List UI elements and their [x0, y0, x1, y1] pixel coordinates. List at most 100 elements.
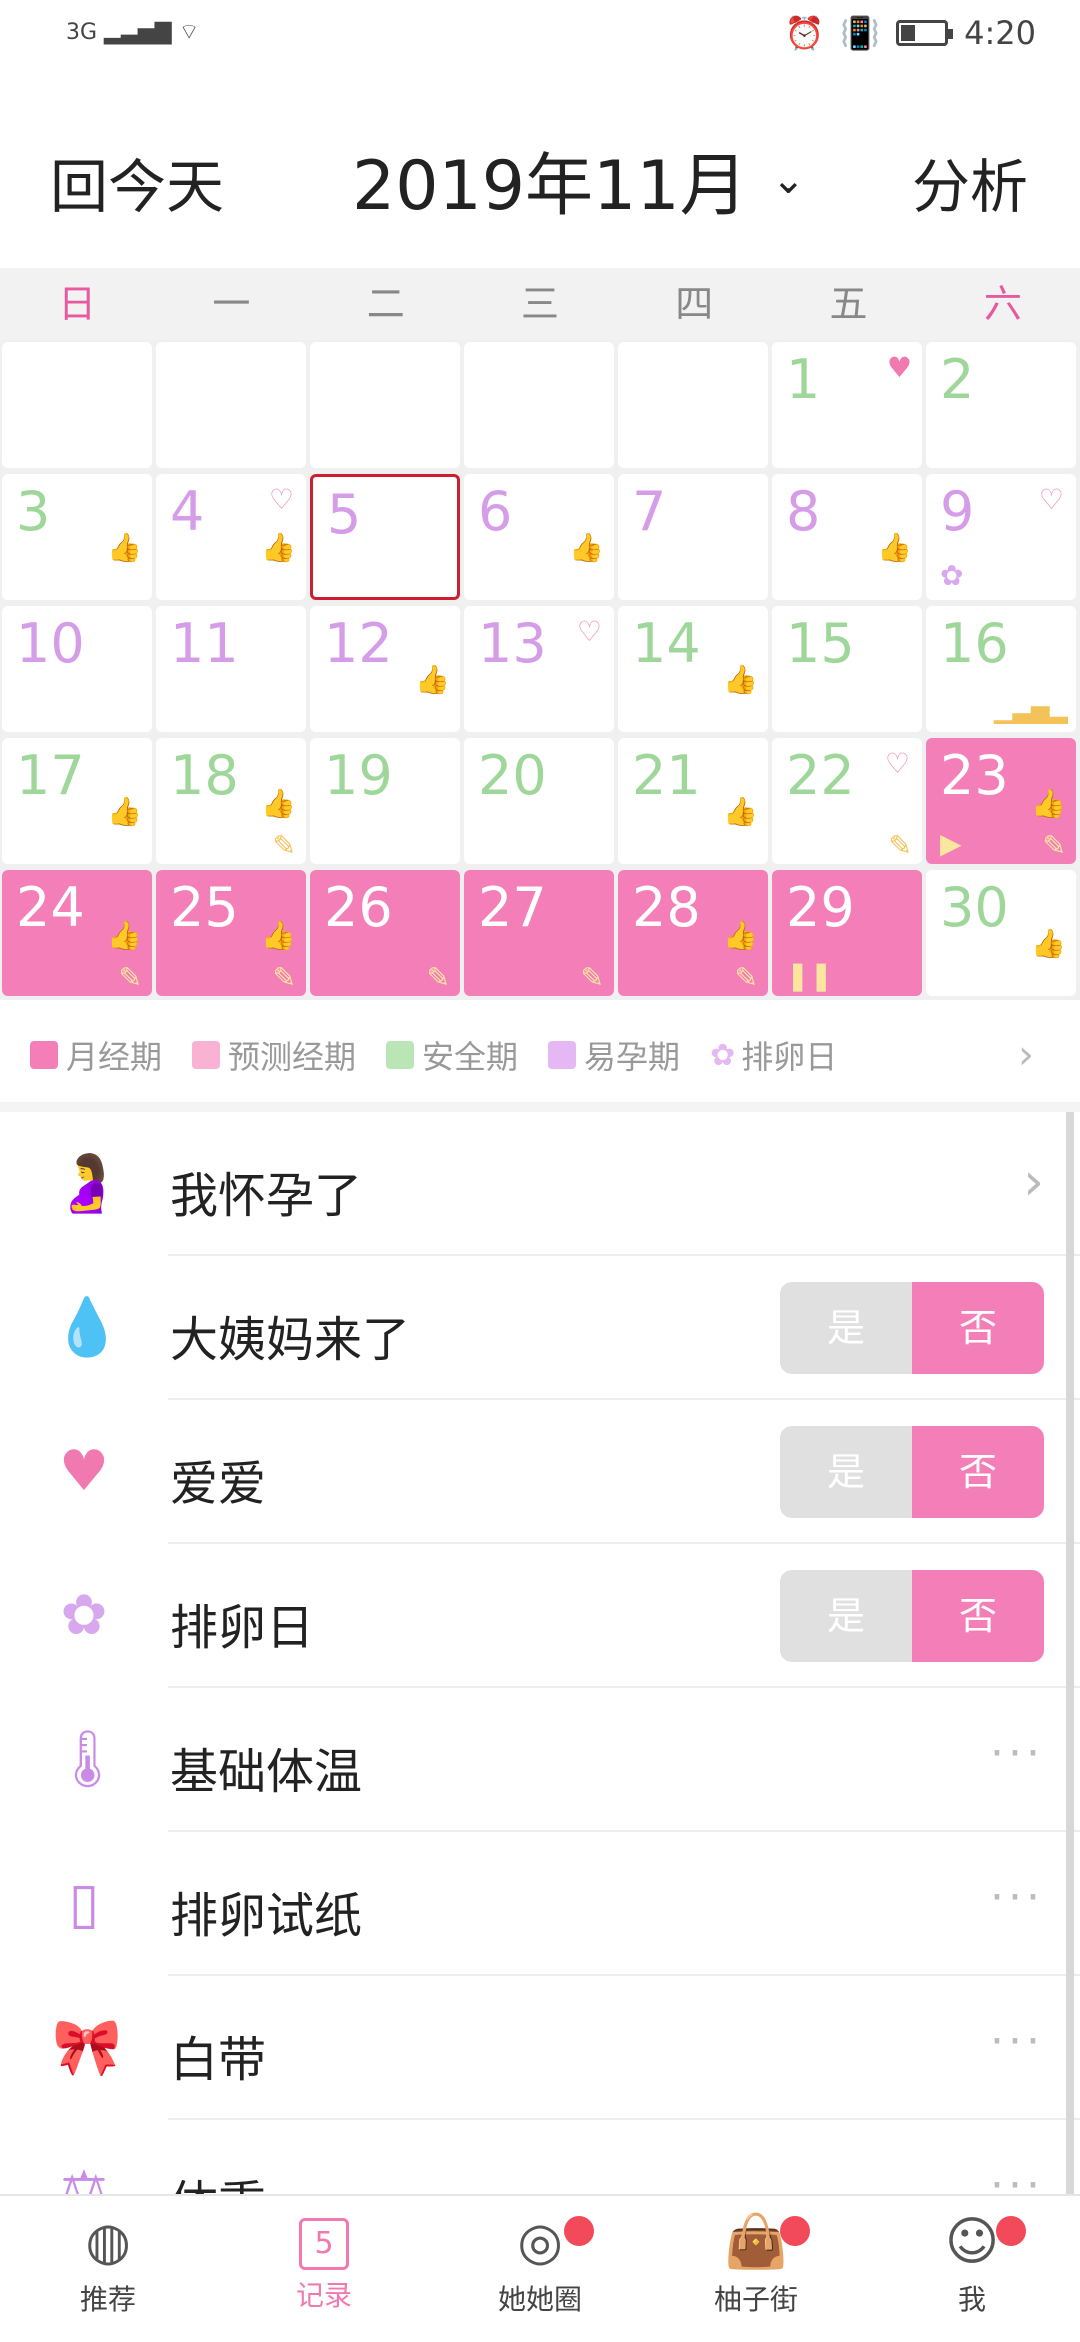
calendar-day[interactable]: 3 👍 [2, 474, 152, 600]
notification-badge [996, 2216, 1026, 2246]
avatar-icon: ☺ [944, 2212, 1000, 2272]
record-row-test-strip[interactable]: ▯ 排卵试纸 ··· [0, 1832, 1080, 1976]
tab-recommend[interactable]: ◍ 推荐 [0, 2196, 216, 2342]
record-row-temperature[interactable]: 🌡 基础体温 ··· [0, 1688, 1080, 1832]
thumbs-up-icon: 👍 [261, 919, 296, 952]
battery-icon [896, 20, 954, 46]
yes-no-toggle[interactable]: 是 否 [780, 1426, 1044, 1518]
record-row-discharge[interactable]: 🎀 白带 ··· [0, 1976, 1080, 2120]
calendar-day[interactable]: 20 [464, 738, 614, 864]
thumbs-up-icon: 👍 [1031, 787, 1066, 820]
drop-icon: 💧 [52, 1295, 122, 1360]
calendar-day-period[interactable]: 26 ✎ [310, 870, 460, 996]
record-row-pregnant[interactable]: 🤰 我怀孕了 › [0, 1112, 1080, 1256]
weekday-tue: 二 [366, 282, 405, 326]
no-option[interactable]: 否 [912, 1282, 1044, 1374]
calendar-day[interactable]: 17 👍 [2, 738, 152, 864]
more-icon: ··· [990, 2016, 1044, 2067]
calendar-day-period[interactable]: 25 👍 ✎ [156, 870, 306, 996]
tab-me[interactable]: ☺ 我 [864, 2196, 1080, 2342]
yes-option[interactable]: 是 [780, 1570, 912, 1662]
record-row-love: ♥ 爱爱 是 否 [0, 1400, 1080, 1544]
calendar-grid: 1 ♥ 2 3 👍 4 ♡ 👍 5 6 👍 7 8 👍 9 ♡ ✿ 10 11 12 👍 13 ♡ … [0, 340, 1080, 1000]
calendar-day[interactable]: 18 👍 ✎ [156, 738, 306, 864]
calendar-icon: 5 [299, 2218, 349, 2270]
calendar-day[interactable]: 4 ♡ 👍 [156, 474, 306, 600]
calendar-day[interactable]: 8 👍 [772, 474, 922, 600]
calendar-day-period[interactable]: 24 👍 ✎ [2, 870, 152, 996]
calendar-day-period[interactable]: 28 👍 ✎ [618, 870, 768, 996]
legend-period: 月经期 [30, 1032, 162, 1078]
thumbs-up-icon: 👍 [107, 795, 142, 828]
calendar-day[interactable]: 11 [156, 606, 306, 732]
calendar-day[interactable]: 15 [772, 606, 922, 732]
calendar-day[interactable]: 1 ♥ [772, 342, 922, 468]
more-icon: ··· [990, 1872, 1044, 1923]
back-to-today-button[interactable]: 回今天 [50, 140, 224, 224]
calendar-day[interactable]: 9 ♡ ✿ [926, 474, 1076, 600]
signal-indicator: 3G ▂▃▅▇ ⌔ [66, 20, 200, 45]
yes-option[interactable]: 是 [780, 1282, 912, 1374]
calendar-day[interactable]: 22 ♡ ✎ [772, 738, 922, 864]
pause-icon: ❚❚ [786, 959, 833, 992]
divider [0, 1102, 1080, 1112]
clock: 4:20 [964, 14, 1036, 52]
tab-shop[interactable]: 👜 柚子街 [648, 2196, 864, 2342]
calendar-day[interactable]: 30 👍 [926, 870, 1076, 996]
calendar-legend[interactable]: 月经期 预测经期 安全期 易孕期 ✿ 排卵日 › [0, 1010, 1080, 1100]
calendar-day[interactable]: 12 👍 [310, 606, 460, 732]
month-selector[interactable]: 2019年11月 ⌄ [352, 130, 805, 229]
chevron-right-icon[interactable]: › [1018, 1032, 1034, 1078]
yes-no-toggle[interactable]: 是 否 [780, 1282, 1044, 1374]
shopping-bag-icon: 👜 [723, 2212, 789, 2272]
legend-safe: 安全期 [386, 1032, 518, 1078]
calendar-day[interactable]: 19 [310, 738, 460, 864]
thumbs-up-icon: 👍 [877, 531, 912, 564]
scrollbar[interactable] [1066, 1112, 1074, 2194]
weekday-sun: 日 [58, 282, 97, 326]
legend-ovulation: ✿ 排卵日 [710, 1037, 838, 1077]
weekday-thu: 四 [675, 282, 714, 326]
calendar-empty-cell [156, 342, 306, 468]
alarm-icon: ⏰ [784, 14, 825, 52]
heart-icon: ♥ [886, 351, 912, 384]
legend-predicted: 预测经期 [192, 1032, 356, 1078]
calendar-day[interactable]: 13 ♡ [464, 606, 614, 732]
bottom-tab-bar: ◍ 推荐 5 记录 ◎ 她她圈 👜 柚子街 ☺ 我 [0, 2194, 1080, 2342]
flower-icon: ✿ [710, 1037, 736, 1073]
calendar-day[interactable]: 10 [2, 606, 152, 732]
heart-icon: ♡ [884, 747, 910, 780]
no-option[interactable]: 否 [912, 1426, 1044, 1518]
calendar-day[interactable]: 2 [926, 342, 1076, 468]
record-row-period: 💧 大姨妈来了 是 否 [0, 1256, 1080, 1400]
calendar-day[interactable]: 7 [618, 474, 768, 600]
calendar-header: 回今天 2019年11月 ⌄ 分析 [0, 100, 1080, 250]
yes-no-toggle[interactable]: 是 否 [780, 1570, 1044, 1662]
calendar-day-period[interactable]: 29 ❚❚ [772, 870, 922, 996]
tab-circle[interactable]: ◎ 她她圈 [432, 2196, 648, 2342]
notification-badge [564, 2216, 594, 2246]
thumbs-up-icon: 👍 [107, 531, 142, 564]
play-icon: ▶ [940, 827, 962, 860]
ribbon-icon: 🎀 [52, 2015, 122, 2080]
lollipop-icon: ◎ [517, 2212, 563, 2272]
weekday-sat: 六 [983, 282, 1022, 326]
calendar-day-period[interactable]: 27 ✎ [464, 870, 614, 996]
heart-icon: ♡ [1038, 483, 1064, 516]
ovulation-flower-icon: ✿ [940, 559, 964, 592]
calendar-day-period[interactable]: 23 ▶ 👍 ✎ [926, 738, 1076, 864]
status-right: ⏰ 📳 4:20 [784, 14, 1036, 52]
tab-record[interactable]: 5 记录 [216, 2196, 432, 2342]
pencil-icon: ✎ [734, 961, 758, 994]
pencil-icon: ✎ [888, 829, 912, 862]
calendar-day[interactable]: 21 👍 [618, 738, 768, 864]
calendar-day[interactable]: 16 ▁▃▅▂ [926, 606, 1076, 732]
no-option[interactable]: 否 [912, 1570, 1044, 1662]
heart-icon: ♡ [268, 483, 294, 516]
calendar-day[interactable]: 14 👍 [618, 606, 768, 732]
grapefruit-icon: ◍ [85, 2212, 131, 2272]
calendar-day[interactable]: 6 👍 [464, 474, 614, 600]
analyze-button[interactable]: 分析 [912, 140, 1028, 224]
yes-option[interactable]: 是 [780, 1426, 912, 1518]
calendar-day-today[interactable]: 5 [310, 474, 460, 600]
